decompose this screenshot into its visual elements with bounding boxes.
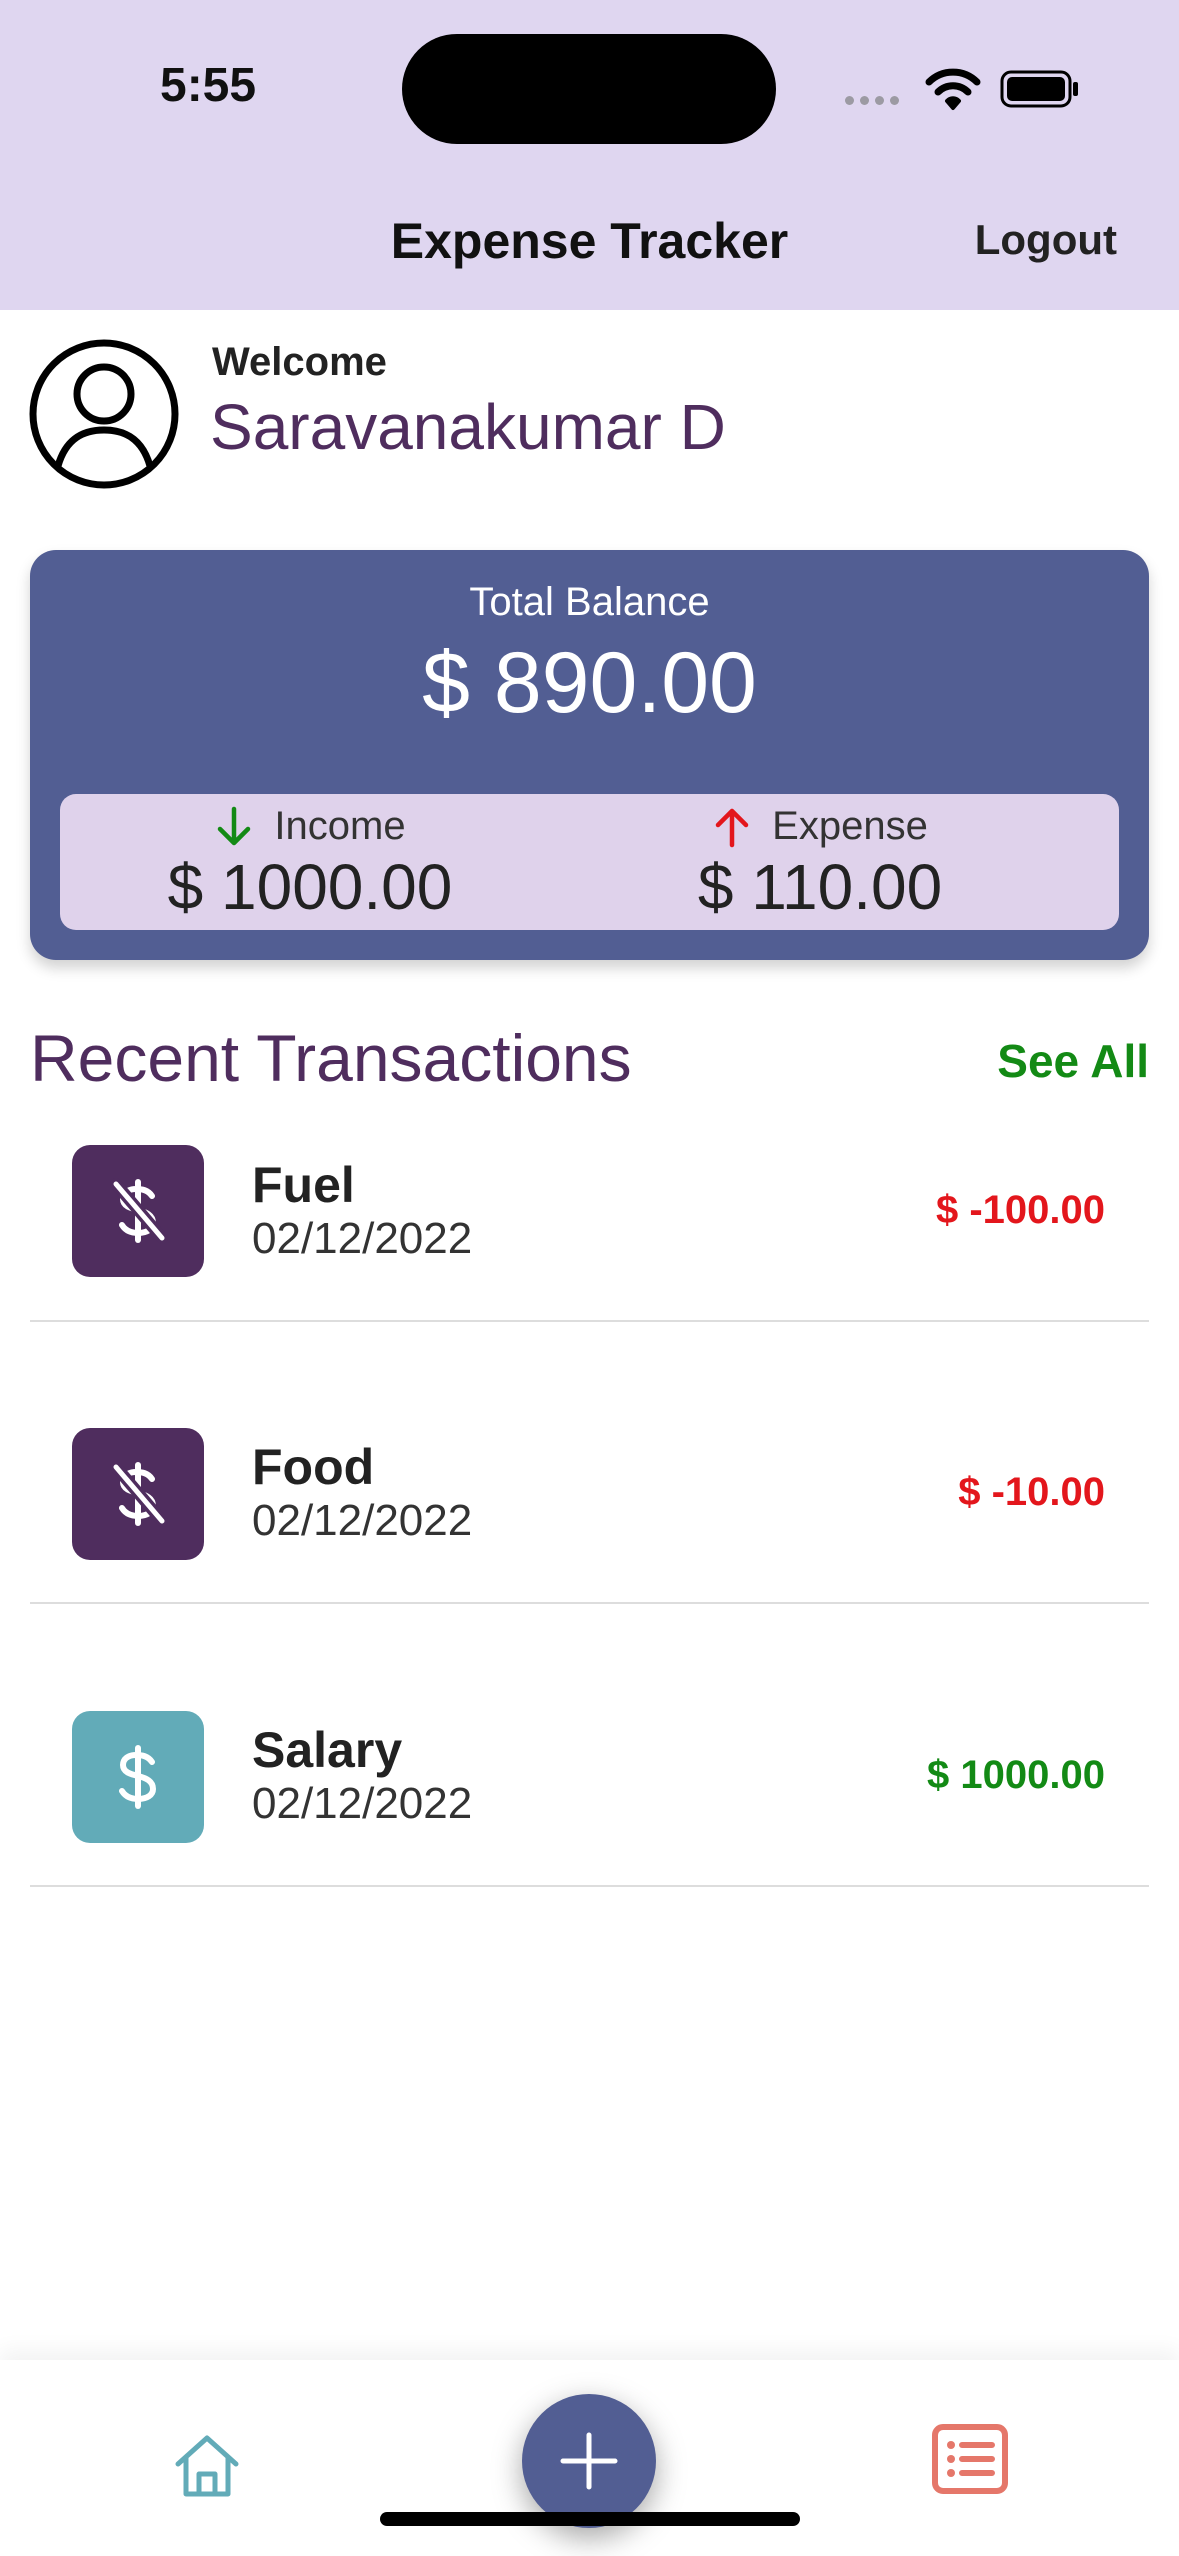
total-balance-label: Total Balance bbox=[469, 580, 710, 624]
home-indicator bbox=[380, 2512, 800, 2526]
cellular-signal-icon bbox=[845, 96, 899, 105]
dollar-off-icon bbox=[72, 1428, 204, 1560]
transaction-row[interactable]: Food 02/12/2022 $ -10.00 bbox=[30, 1342, 1149, 1604]
transaction-row[interactable]: Fuel 02/12/2022 $ -100.00 bbox=[30, 1060, 1149, 1322]
total-balance-value: $ 890.00 bbox=[422, 635, 757, 731]
app-header: 5:55 Expense Tracker Logout bbox=[0, 0, 1179, 310]
user-name: Saravanakumar D bbox=[210, 391, 726, 463]
transaction-name: Food bbox=[252, 1439, 375, 1495]
transaction-date: 02/12/2022 bbox=[252, 1214, 473, 1263]
arrow-down-icon bbox=[218, 806, 251, 845]
status-icons bbox=[845, 66, 1085, 112]
dollar-off-icon bbox=[72, 1145, 204, 1277]
status-time: 5:55 bbox=[160, 59, 257, 112]
bottom-tab-bar bbox=[0, 2360, 1179, 2556]
list-icon[interactable] bbox=[932, 2424, 1008, 2494]
income-expense-panel: Income $ 1000.00 Expense $ 110.00 bbox=[60, 794, 1119, 930]
income-label: Income bbox=[274, 804, 406, 848]
balance-card: Total Balance $ 890.00 Income $ 1000.00 … bbox=[30, 550, 1149, 960]
transaction-name: Salary bbox=[252, 1722, 403, 1778]
dollar-icon bbox=[72, 1711, 204, 1843]
income-summary: Income $ 1000.00 bbox=[60, 794, 560, 930]
welcome-label: Welcome bbox=[212, 340, 387, 384]
home-icon[interactable] bbox=[172, 2430, 242, 2500]
transaction-date: 02/12/2022 bbox=[252, 1496, 473, 1545]
transaction-row[interactable]: Salary 02/12/2022 $ 1000.00 bbox=[30, 1625, 1149, 1887]
transaction-name: Fuel bbox=[252, 1157, 355, 1213]
dynamic-island bbox=[402, 34, 776, 144]
logout-button[interactable]: Logout bbox=[975, 216, 1117, 264]
expense-label: Expense bbox=[772, 804, 928, 848]
transaction-date: 02/12/2022 bbox=[252, 1779, 473, 1828]
transaction-amount: $ -10.00 bbox=[958, 1470, 1105, 1514]
user-circle-icon bbox=[29, 339, 179, 489]
expense-value: $ 110.00 bbox=[697, 851, 943, 923]
plus-icon bbox=[560, 2432, 618, 2490]
expense-summary: Expense $ 110.00 bbox=[590, 794, 1050, 930]
transaction-amount: $ -100.00 bbox=[935, 1188, 1105, 1232]
battery-icon bbox=[1000, 70, 1078, 108]
transaction-amount: $ 1000.00 bbox=[927, 1753, 1105, 1797]
add-transaction-button[interactable] bbox=[522, 2394, 656, 2528]
wifi-icon bbox=[925, 68, 981, 110]
arrow-up-icon bbox=[715, 808, 749, 847]
income-value: $ 1000.00 bbox=[167, 851, 453, 923]
